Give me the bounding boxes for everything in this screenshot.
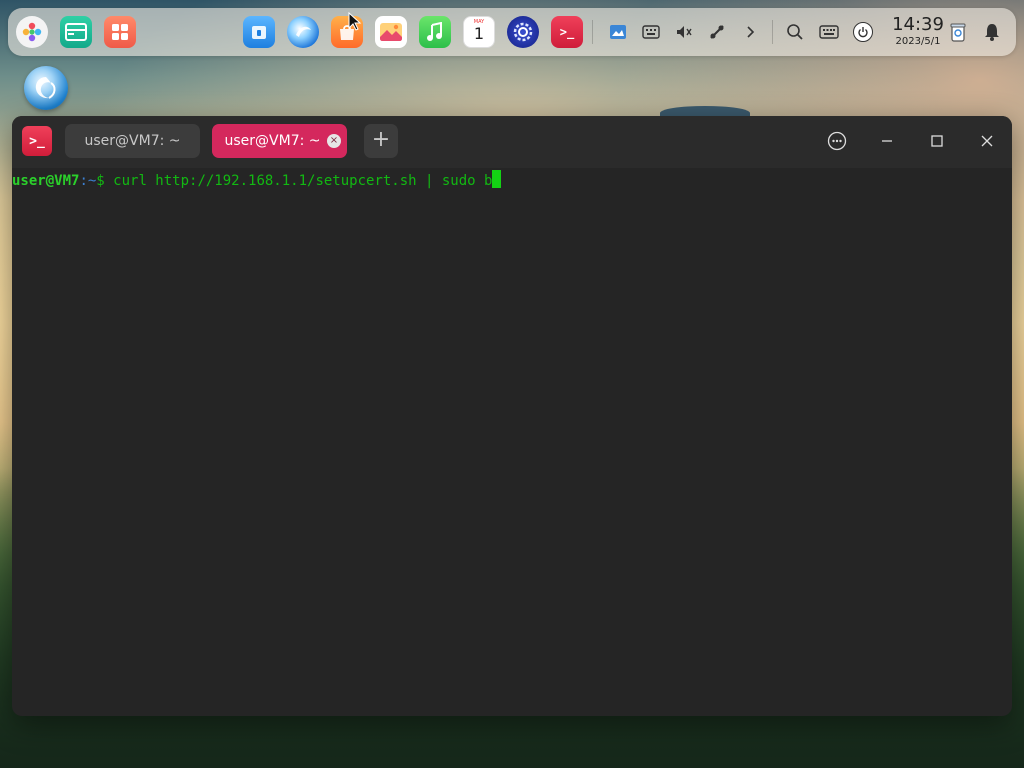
file-manager-app[interactable] [243,16,275,48]
terminal-app[interactable]: >_ [551,16,583,48]
deepin-logo-icon [35,77,56,99]
prompt-symbol: $ [96,173,105,189]
calendar-app[interactable]: MAY 1 [463,16,495,48]
tab-2[interactable]: user@VM7: ~ × [212,124,347,158]
trash-icon [947,21,969,43]
close-icon [981,135,993,147]
minimize-button[interactable] [876,130,898,152]
new-tab-button[interactable]: + [364,124,398,158]
tab-label: user@VM7: ~ [224,133,321,149]
tray-separator [772,20,773,44]
maximize-icon [931,135,943,147]
deepin-desktop-icon[interactable] [24,66,68,110]
mouse-pointer-icon [348,12,362,31]
network-icon [706,21,728,43]
power-button[interactable] [847,16,879,48]
power-icon [853,22,873,42]
terminal-icon: >_ [551,16,583,48]
clock-time: 14:39 [892,14,944,35]
prompt-user: user@VM7 [12,173,80,189]
notification-button[interactable] [976,16,1008,48]
screenshot-icon [607,21,629,43]
onscreen-keyboard-icon [640,21,662,43]
command-line: user@VM7:~$ curl http://192.168.1.1/setu… [12,170,1012,190]
volume-muted-icon [673,21,695,43]
multitask-view-button[interactable] [60,16,92,48]
terminal-icon-glyph: >_ [559,25,575,39]
search-button[interactable] [779,16,811,48]
prompt-path: :~ [79,173,97,189]
more-options-button[interactable] [826,130,848,152]
close-button[interactable] [976,130,998,152]
terminal-app-icon: >_ [22,126,52,156]
calendar-icon: MAY 1 [463,16,495,48]
top-dock: MAY 1 >_ 14:39 2023/5/1 [8,8,1016,56]
browser-icon [287,16,319,48]
more-options-icon [827,131,847,151]
terminal-window: >_ user@VM7: ~ user@VM7: ~ × + user@VM7:… [12,116,1012,716]
input-method-button[interactable] [813,16,845,48]
calendar-day: 1 [473,24,485,43]
terminal-app-icon-glyph: >_ [29,133,45,149]
minimize-icon [882,140,892,142]
keyboard-icon [818,21,840,43]
onscreen-keyboard-tray-button[interactable] [635,16,667,48]
workspace-icon [104,16,136,48]
typed-command: curl http://192.168.1.1/setupcert.sh | s… [104,173,493,189]
image-viewer-icon [375,16,407,48]
launcher-icon [16,16,48,48]
bell-icon [981,21,1003,43]
screenshot-tray-button[interactable] [602,16,634,48]
tab-close-button[interactable]: × [327,134,341,148]
image-viewer-app[interactable] [375,16,407,48]
title-bar: >_ user@VM7: ~ user@VM7: ~ × + [12,116,1012,168]
dock-separator [592,20,593,44]
network-tray-button[interactable] [701,16,733,48]
text-cursor [492,170,502,188]
volume-tray-button[interactable] [668,16,700,48]
control-center-app[interactable] [507,16,539,48]
multitask-icon [60,16,92,48]
search-icon [784,21,806,43]
tab-label: user@VM7: ~ [84,133,181,149]
terminal-output[interactable]: user@VM7:~$ curl http://192.168.1.1/setu… [12,168,1012,716]
workspace-button[interactable] [104,16,136,48]
tab-1[interactable]: user@VM7: ~ [65,124,200,158]
trash-button[interactable] [942,16,974,48]
clock[interactable]: 14:39 2023/5/1 [888,14,948,48]
music-icon [419,16,451,48]
settings-gear-icon [507,16,539,48]
chevron-right-icon [739,21,761,43]
file-manager-icon [243,16,275,48]
music-app[interactable] [419,16,451,48]
clock-date: 2023/5/1 [895,36,941,47]
launcher-button[interactable] [16,16,48,48]
maximize-button[interactable] [926,130,948,152]
browser-app[interactable] [287,16,319,48]
expand-tray-button[interactable] [734,16,766,48]
